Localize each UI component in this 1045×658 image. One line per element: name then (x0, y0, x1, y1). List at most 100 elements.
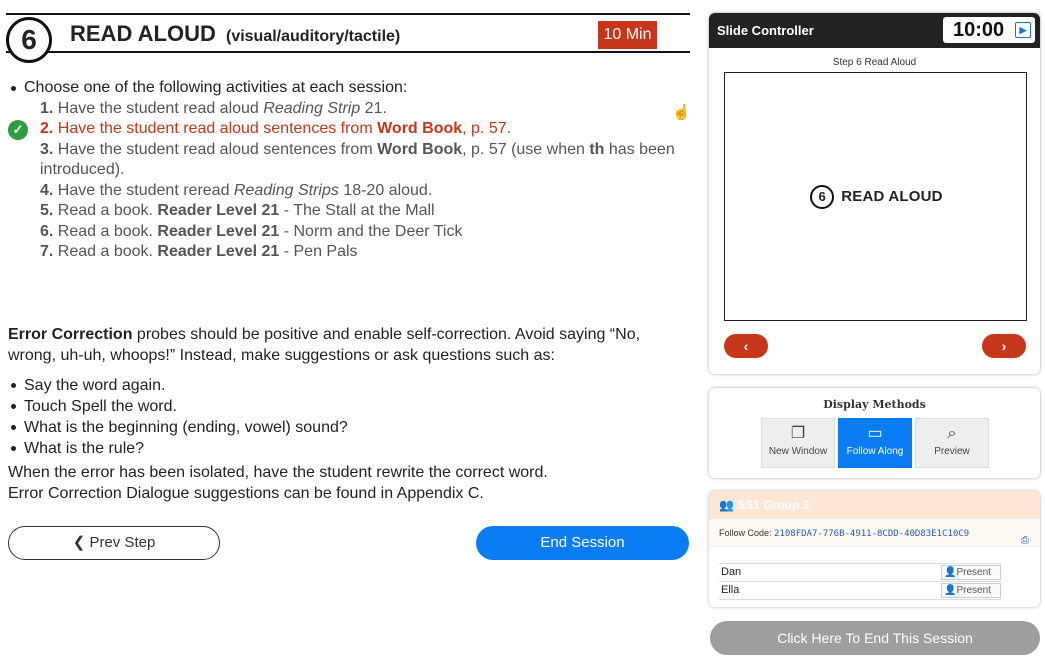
preview-icon: ⌕ (947, 425, 957, 442)
activity-item[interactable]: 3. Have the student read aloud sentences… (40, 140, 688, 181)
student-table: Dan 👤Present Ella 👤Present (719, 563, 1001, 600)
activity-text: Reader Level 21 (157, 202, 280, 219)
error-correction-line2: Error Correction Dialogue suggestions ca… (8, 484, 484, 502)
activity-text: , p. 57 (use when (462, 140, 590, 158)
timer-display[interactable]: 10:00 ▶ (943, 17, 1035, 43)
activity-text: th (589, 140, 605, 158)
new-window-button[interactable]: ❐ New Window (761, 418, 835, 468)
error-correction-lead: Error Correction (8, 326, 133, 343)
activity-text: , p. 57. (462, 120, 512, 137)
follow-along-button[interactable]: ▭ Follow Along (838, 418, 912, 468)
activity-text: - Norm and the Deer Tick (279, 222, 463, 240)
next-slide-button[interactable]: › (982, 334, 1026, 358)
follow-code: 2108FDA7-776B-4911-8CDD-40D83E1C10C9 (774, 529, 970, 539)
present-toggle[interactable]: 👤Present (941, 583, 1001, 598)
error-correction-item: Say the word again. (8, 375, 688, 396)
activity-text: Have the student reread (57, 181, 234, 199)
activity-number: 6. (40, 222, 54, 240)
error-correction-line1: When the error has been isolated, have t… (8, 464, 548, 481)
chevron-right-icon: › (1001, 338, 1007, 354)
activity-item[interactable]: 6. Read a book. Reader Level 21 - Norm a… (40, 222, 688, 243)
present-label: Present (956, 585, 991, 596)
follow-code-row: Follow Code: 2108FDA7-776B-4911-8CDD-40D… (709, 519, 1040, 547)
activity-number: 7. (40, 243, 54, 260)
present-toggle[interactable]: 👤Present (941, 565, 1001, 580)
chevron-left-icon: ‹ (743, 338, 749, 354)
activity-text: Read a book. (57, 243, 158, 260)
activity-section: Choose one of the following activities a… (8, 78, 688, 263)
activity-item[interactable]: 1. Have the student read aloud Reading S… (40, 99, 688, 120)
slide-heading: 6 READ ALOUD (725, 185, 1028, 209)
activity-text: Word Book (377, 140, 463, 158)
display-methods-panel: Display Methods ❐ New Window ▭ Follow Alon… (709, 388, 1040, 478)
hand-pointer-icon: ☝ (672, 104, 691, 121)
activity-number: 1. (40, 99, 54, 117)
error-correction-intro: Error Correction probes should be positi… (8, 325, 688, 366)
activity-number: 3. (40, 140, 54, 158)
prev-step-button[interactable]: ❮ Prev Step (8, 526, 220, 560)
student-name: Ella (721, 584, 740, 596)
activity-item[interactable]: 7. Read a book. Reader Level 21 - Pen Pa… (40, 242, 688, 263)
group-panel: 👥 SS1 Group 3 Follow Code: 2108FDA7-776B… (709, 491, 1040, 607)
check-icon: ✓ (8, 120, 28, 140)
print-icon[interactable]: ⎙ (1021, 527, 1029, 555)
student-row: Dan 👤Present (719, 564, 1001, 582)
error-correction-item: What is the beginning (ending, vowel) so… (8, 417, 688, 438)
activity-text: Have the student read aloud sentences fr… (57, 120, 378, 137)
activity-text: Reader Level 21 (157, 222, 280, 240)
activity-text: Read a book. (57, 222, 158, 240)
student-row: Ella 👤Present (719, 582, 1001, 600)
new-window-label: New Window (768, 446, 828, 457)
step-number-badge: 6 (6, 17, 52, 63)
activity-number: 5. (40, 202, 54, 219)
step-header: 6 READ ALOUD (visual/auditory/tactile) 1… (6, 13, 690, 63)
group-name: SS1 Group 3 (737, 498, 810, 512)
slide-title: READ ALOUD (841, 187, 943, 205)
slide-controller: Slide Controller 10:00 ▶ Step 6 Read Alo… (709, 13, 1040, 374)
time-badge: 10 Min (598, 21, 657, 49)
activity-item[interactable]: ✓ 2. Have the student read aloud sentence… (8, 119, 688, 140)
error-correction-item: What is the rule? (8, 438, 688, 459)
activity-item[interactable]: 4. Have the student reread Reading Strip… (40, 181, 688, 202)
activity-text: - Pen Pals (279, 243, 358, 260)
activity-number: 2. (40, 120, 54, 137)
end-session-button[interactable]: End Session (476, 526, 689, 560)
error-correction-item: Touch Spell the word. (8, 396, 688, 417)
activity-item[interactable]: 5. Read a book. Reader Level 21 - The St… (40, 201, 688, 222)
activity-text: 18-20 aloud. (338, 181, 433, 199)
slide-controller-header: Slide Controller 10:00 ▶ (709, 13, 1040, 48)
activity-number: 4. (40, 181, 54, 199)
chevron-left-icon: ❮ (72, 534, 86, 551)
prev-slide-button[interactable]: ‹ (724, 334, 768, 358)
error-correction-footer: When the error has been isolated, have t… (8, 463, 688, 504)
step-title: READ ALOUD (visual/auditory/tactile) (70, 21, 400, 47)
slide-step-number: 6 (810, 185, 835, 209)
follow-along-label: Follow Along (846, 446, 904, 457)
activity-text: Have the student read aloud sentences fr… (57, 140, 378, 158)
preview-button[interactable]: ⌕ Preview (915, 418, 989, 468)
new-window-icon: ❐ (790, 425, 806, 442)
slide-caption: Step 6 Read Aloud (832, 57, 917, 68)
student-name: Dan (721, 566, 742, 578)
prev-step-label: Prev Step (89, 534, 156, 551)
group-header: 👥 SS1 Group 3 (709, 491, 1040, 519)
user-check-icon: 👤 (944, 567, 957, 578)
cast-icon: ▭ (867, 425, 883, 442)
step-subtitle: (visual/auditory/tactile) (225, 28, 401, 45)
follow-code-label: Follow Code: (719, 528, 772, 538)
error-correction-list: Say the word again. Touch Spell the word.… (8, 375, 688, 459)
users-icon: 👥 (719, 498, 734, 512)
end-this-session-button[interactable]: Click Here To End This Session (710, 621, 1040, 655)
activity-text: Read a book. (57, 202, 158, 219)
preview-label: Preview (934, 446, 970, 457)
present-label: Present (956, 567, 991, 578)
slide-preview: 6 READ ALOUD (724, 72, 1027, 321)
activity-list: 1. Have the student read aloud Reading S… (8, 99, 688, 263)
activity-text: Word Book (377, 120, 463, 137)
activity-text: Reading Strip (263, 99, 361, 117)
user-check-icon: 👤 (944, 585, 957, 596)
step-title-text: READ ALOUD (70, 21, 216, 46)
display-methods-title: Display Methods (823, 398, 926, 411)
intro-text: Choose one of the following activities a… (8, 78, 688, 99)
play-icon[interactable]: ▶ (1015, 22, 1031, 38)
